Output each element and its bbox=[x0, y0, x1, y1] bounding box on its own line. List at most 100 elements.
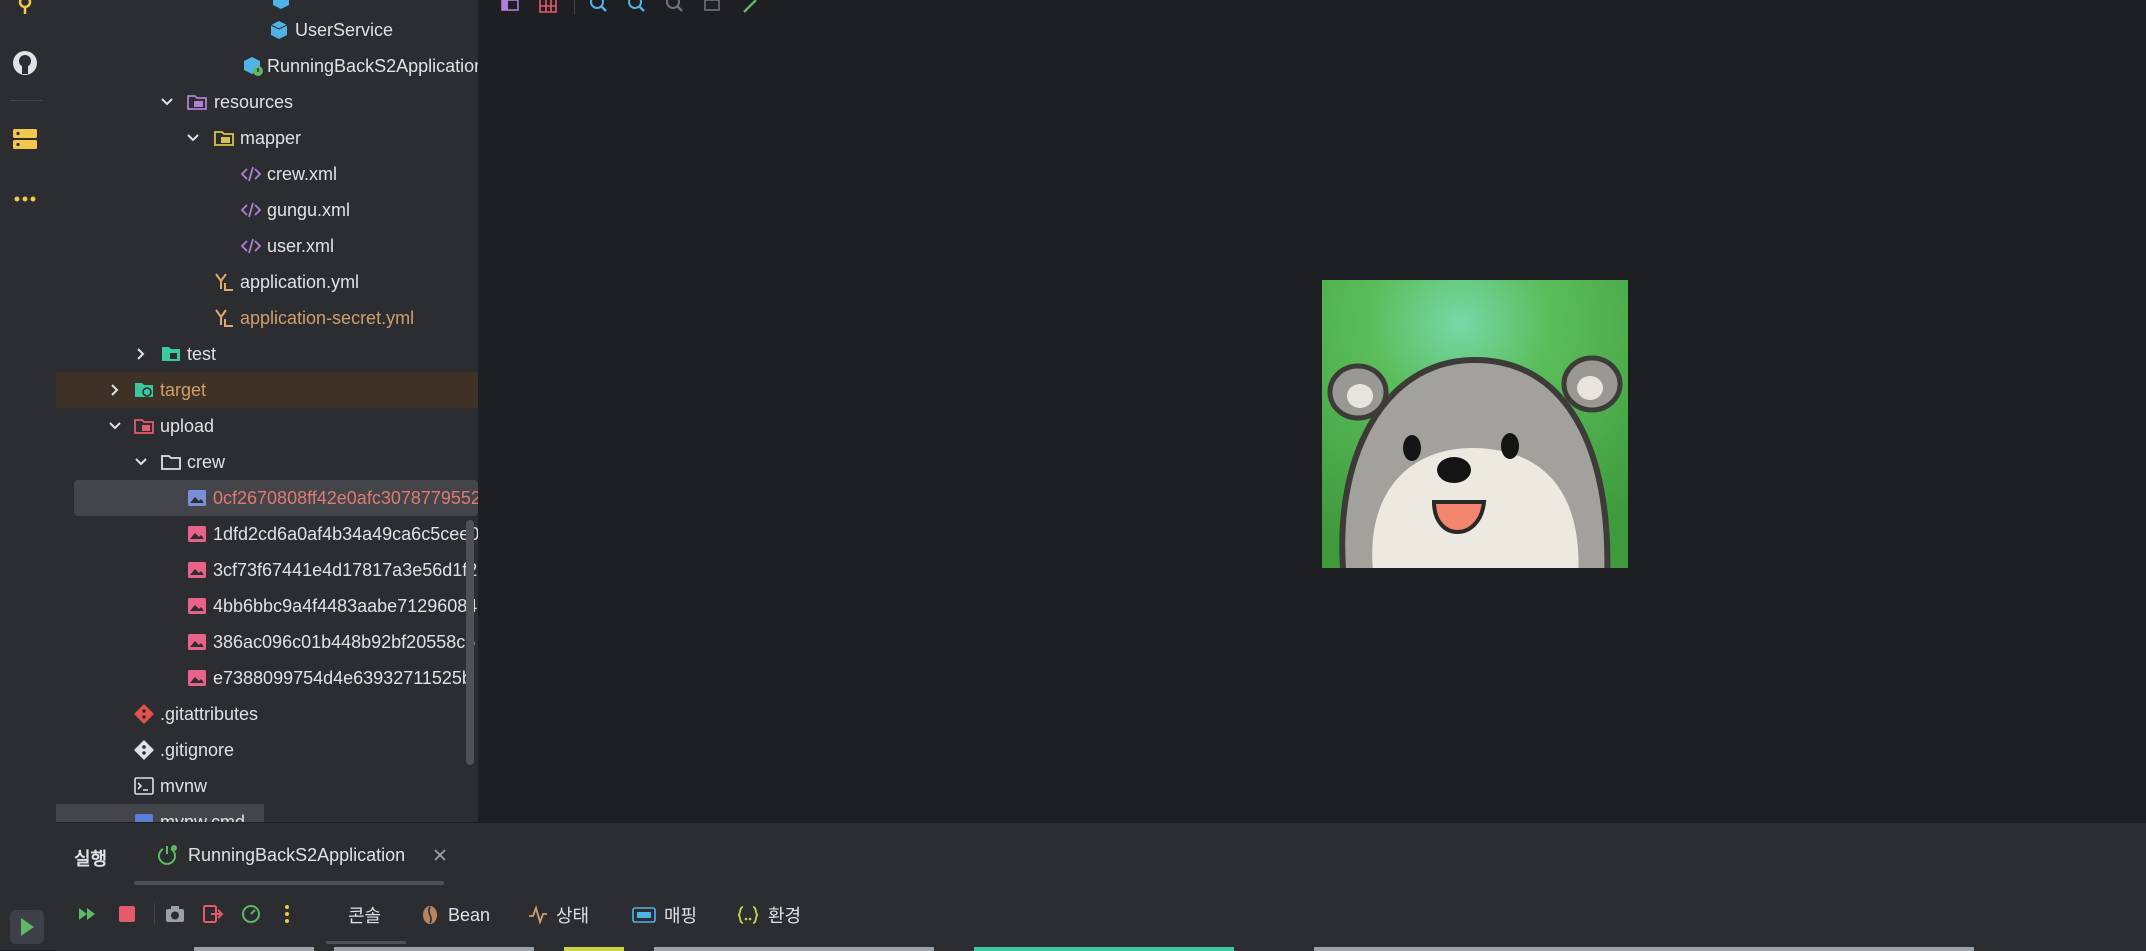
image-file-icon bbox=[188, 598, 206, 614]
stop-icon[interactable] bbox=[116, 903, 138, 925]
xml-icon bbox=[240, 166, 262, 182]
tab-mappings[interactable]: 매핑 bbox=[632, 901, 697, 929]
tree-item-gitignore[interactable]: .gitignore bbox=[56, 732, 478, 768]
tree-item-image[interactable]: 1dfd2cd6a0af4b34a49ca6c5cee0 bbox=[56, 516, 478, 552]
image-file-icon bbox=[188, 490, 206, 506]
image-file-icon bbox=[188, 526, 206, 542]
layout-icon[interactable] bbox=[500, 0, 520, 14]
commit-icon[interactable] bbox=[10, 0, 40, 22]
fit-icon[interactable] bbox=[702, 0, 724, 14]
api-icon bbox=[632, 907, 656, 923]
rerun-icon[interactable] bbox=[76, 903, 98, 925]
tree-item-label: 4bb6bbc9a4f4483aabe71296084 bbox=[213, 596, 478, 616]
database-icon[interactable] bbox=[10, 124, 40, 154]
run-panel-title: 실행 bbox=[74, 849, 108, 869]
actual-size-icon[interactable] bbox=[664, 0, 686, 14]
tree-item-image-selected[interactable]: 0cf2670808ff42e0afc3078779552 bbox=[74, 480, 478, 516]
tree-scrollbar[interactable] bbox=[466, 520, 474, 765]
chevron-down-icon[interactable] bbox=[132, 453, 150, 471]
bottom-toolbar-strip bbox=[0, 822, 56, 950]
run-panel: 실행 RunningBackS2Application 콘솔 Bean 상태 매… bbox=[56, 822, 2146, 951]
tree-item-application-class[interactable]: RunningBackS2Application bbox=[56, 48, 478, 84]
tree-item-label: mvnw bbox=[160, 776, 208, 796]
zoom-out-icon[interactable] bbox=[626, 0, 648, 14]
tree-item-label: e7388099754d4e63932711525b bbox=[213, 668, 472, 688]
tree-item-label: user.xml bbox=[267, 236, 335, 256]
git-icon bbox=[134, 704, 154, 724]
run-config-tab-label: RunningBackS2Application bbox=[188, 844, 406, 865]
image-file-icon bbox=[188, 634, 206, 650]
tree-item-user-xml[interactable]: user.xml bbox=[56, 228, 478, 264]
tree-item-test[interactable]: test bbox=[56, 336, 478, 372]
tree-item-mvnw-cmd[interactable]: mvnw.cmd bbox=[56, 804, 264, 822]
close-icon[interactable] bbox=[433, 848, 447, 862]
cmd-icon bbox=[135, 814, 153, 822]
more-icon[interactable] bbox=[10, 184, 40, 214]
camera-icon[interactable] bbox=[164, 903, 186, 925]
chevron-down-icon[interactable] bbox=[158, 93, 176, 111]
tree-item-label: gungu.xml bbox=[267, 200, 351, 220]
xml-icon bbox=[240, 238, 262, 254]
tab-mappings-label: 매핑 bbox=[664, 906, 698, 926]
tree-item-crew-xml[interactable]: crew.xml bbox=[56, 156, 478, 192]
tree-item-resources[interactable]: resources bbox=[56, 84, 478, 120]
tree-item-image[interactable]: 4bb6bbc9a4f4483aabe71296084 bbox=[56, 588, 478, 624]
tree-item-userservice[interactable]: UserService bbox=[56, 12, 478, 48]
tree-item-label: 1dfd2cd6a0af4b34a49ca6c5cee0 bbox=[213, 524, 478, 544]
tree-item-label: test bbox=[187, 344, 217, 364]
tree-item-label: .gitattributes bbox=[160, 704, 259, 724]
chevron-down-icon[interactable] bbox=[184, 129, 202, 147]
yaml-icon bbox=[215, 273, 233, 291]
tree-item-application-yml[interactable]: application.yml bbox=[56, 264, 478, 300]
run-config-tab[interactable]: RunningBackS2Application bbox=[156, 835, 447, 875]
control-separator bbox=[154, 903, 155, 925]
gauge-icon[interactable] bbox=[240, 903, 262, 925]
toolbar-separator bbox=[574, 0, 575, 14]
tree-item-label: .gitignore bbox=[160, 740, 235, 760]
tab-bean[interactable]: Bean bbox=[420, 901, 490, 929]
spring-class-icon bbox=[244, 57, 263, 76]
tree-item-target[interactable]: target bbox=[56, 372, 478, 408]
tree-item-image[interactable]: 386ac096c01b448b92bf20558c5 bbox=[56, 624, 478, 660]
tab-environment-label: 환경 bbox=[768, 906, 802, 926]
yaml-icon bbox=[215, 309, 233, 327]
tree-item-image[interactable]: e7388099754d4e63932711525b bbox=[56, 660, 478, 696]
test-folder-icon bbox=[162, 347, 180, 361]
tree-item-gungu-xml[interactable]: gungu.xml bbox=[56, 192, 478, 228]
tree-item-label: 386ac096c01b448b92bf20558c5 bbox=[213, 632, 476, 652]
color-picker-icon[interactable] bbox=[740, 0, 762, 14]
interface-icon bbox=[270, 21, 288, 39]
tree-item-label: target bbox=[160, 380, 207, 400]
tree-item-mapper[interactable]: mapper bbox=[56, 120, 478, 156]
tree-item-application-secret-yml[interactable]: application-secret.yml bbox=[56, 300, 478, 336]
spring-power-icon bbox=[158, 845, 177, 865]
tree-item-mvnw[interactable]: mvnw bbox=[56, 768, 478, 804]
tree-item-label: crew.xml bbox=[267, 164, 338, 184]
zoom-in-icon[interactable] bbox=[588, 0, 610, 14]
chevron-right-icon[interactable] bbox=[106, 381, 124, 399]
bean-icon bbox=[423, 906, 437, 924]
tab-console[interactable]: 콘솔 bbox=[348, 901, 381, 929]
terminal-icon bbox=[134, 777, 154, 795]
exit-icon[interactable] bbox=[202, 903, 224, 925]
tree-item-label: application.yml bbox=[240, 272, 360, 292]
github-icon[interactable] bbox=[10, 48, 40, 78]
chevron-down-icon[interactable] bbox=[106, 417, 124, 435]
tree-item-image[interactable]: 3cf73f67441e4d17817a3e56d1f2 bbox=[56, 552, 478, 588]
chevron-right-icon[interactable] bbox=[132, 345, 150, 363]
tab-health[interactable]: 상태 bbox=[528, 901, 589, 929]
grid-icon[interactable] bbox=[538, 0, 558, 14]
otter-cartoon-image bbox=[1322, 280, 1628, 568]
tab-console-label: 콘솔 bbox=[348, 906, 382, 926]
tree-item-label: 0cf2670808ff42e0afc3078779552 bbox=[213, 488, 478, 508]
project-tree: UserService RunningBackS2Application res… bbox=[56, 0, 478, 822]
tree-item-upload[interactable]: upload bbox=[56, 408, 478, 444]
tab-environment[interactable]: 환경 bbox=[736, 901, 801, 929]
tree-item-label: resources bbox=[214, 92, 294, 112]
console-output-cutoff bbox=[134, 947, 2134, 951]
run-tool-icon[interactable] bbox=[10, 910, 44, 944]
tree-item-gitattributes[interactable]: .gitattributes bbox=[56, 696, 478, 732]
tree-item-crew-folder[interactable]: crew bbox=[56, 444, 478, 480]
xml-icon bbox=[240, 202, 262, 218]
more-vertical-icon[interactable] bbox=[276, 903, 298, 925]
